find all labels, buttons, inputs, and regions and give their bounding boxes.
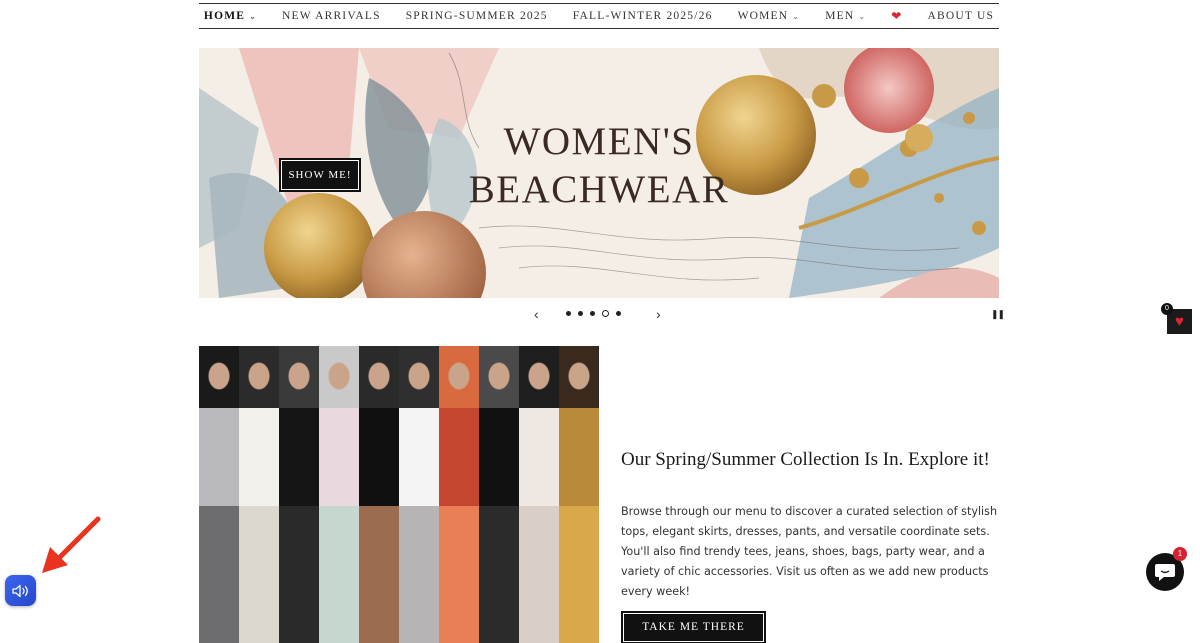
nav-item-favorites[interactable]: ❤ (879, 9, 915, 24)
nav-item-label: FALL-WINTER 2025/26 (572, 10, 713, 22)
collage-strip (359, 346, 399, 643)
slider-dot[interactable] (616, 311, 621, 316)
collage-strip (199, 346, 239, 643)
slider-dot[interactable] (566, 311, 571, 316)
nav-item-label: WOMEN (737, 10, 789, 22)
nav-item-men[interactable]: MEN ⌄ (813, 10, 879, 22)
chevron-right-icon[interactable]: › (656, 306, 661, 322)
hero-title: WOMEN'S BEACHWEAR (464, 118, 734, 214)
hero-title-line1: WOMEN'S (503, 120, 695, 163)
nav-item-label: ABOUT US (927, 10, 995, 22)
show-me-button[interactable]: SHOW ME! (279, 158, 361, 192)
collage-strip (559, 346, 599, 643)
speaker-icon (11, 584, 28, 597)
nav-item-spring-summer[interactable]: SPRING-SUMMER 2025 (393, 10, 560, 22)
wishlist-button[interactable]: ♥ 0 (1161, 303, 1192, 334)
chevron-down-icon: ⌄ (792, 11, 801, 21)
hero-slide[interactable]: WOMEN'S BEACHWEAR SHOW ME! (199, 48, 999, 298)
heart-icon: ♥ (1175, 313, 1184, 330)
nav-item-home[interactable]: HOME ⌄ (191, 10, 269, 22)
hero-title-line2: BEACHWEAR (468, 168, 730, 211)
collage-strip (319, 346, 359, 643)
promo-title: Our Spring/Summer Collection Is In. Expl… (621, 449, 990, 470)
collage-strip (439, 346, 479, 643)
slider-controls: ‹ › (530, 306, 670, 322)
nav-item-label: MEN (825, 10, 855, 22)
collage-strip (279, 346, 319, 643)
chevron-down-icon: ⌄ (858, 11, 867, 21)
runway-collage-image[interactable] (199, 346, 599, 643)
slider-dots (566, 310, 621, 317)
main-nav: HOME ⌄ NEW ARRIVALS SPRING-SUMMER 2025 F… (199, 3, 999, 29)
chat-unread-badge: 1 (1173, 547, 1187, 561)
page: HOME ⌄ NEW ARRIVALS SPRING-SUMMER 2025 F… (0, 0, 1200, 643)
slider-dot[interactable] (578, 311, 583, 316)
nav-item-about-us[interactable]: ABOUT US (915, 10, 1007, 22)
chat-bubble-icon (1155, 564, 1175, 581)
nav-item-fall-winter[interactable]: FALL-WINTER 2025/26 (560, 10, 725, 22)
nav-item-new-arrivals[interactable]: NEW ARRIVALS (270, 10, 394, 22)
slider-dot[interactable] (602, 310, 609, 317)
take-me-there-button[interactable]: TAKE ME THERE NOW! (621, 611, 766, 643)
wishlist-count-badge: 0 (1161, 303, 1173, 315)
chevron-down-icon: ⌄ (249, 11, 258, 21)
nav-item-label: NEW ARRIVALS (282, 10, 381, 22)
slider-dot[interactable] (590, 311, 595, 316)
accessibility-button[interactable] (5, 575, 36, 606)
heart-icon: ❤ (891, 8, 903, 23)
pause-icon[interactable]: ❚❚ (991, 309, 1005, 320)
promo-body: Browse through our menu to discover a cu… (621, 505, 998, 598)
chevron-left-icon[interactable]: ‹ (534, 306, 539, 322)
collage-strip (519, 346, 559, 643)
chat-button[interactable]: 1 (1146, 547, 1187, 591)
nav-item-label: HOME (203, 10, 246, 22)
collage-strip (239, 346, 279, 643)
collage-strip (399, 346, 439, 643)
nav-item-label: SPRING-SUMMER 2025 (405, 10, 548, 22)
collage-strip (479, 346, 519, 643)
nav-item-women[interactable]: WOMEN ⌄ (725, 10, 813, 22)
annotation-arrow-icon (42, 516, 101, 573)
